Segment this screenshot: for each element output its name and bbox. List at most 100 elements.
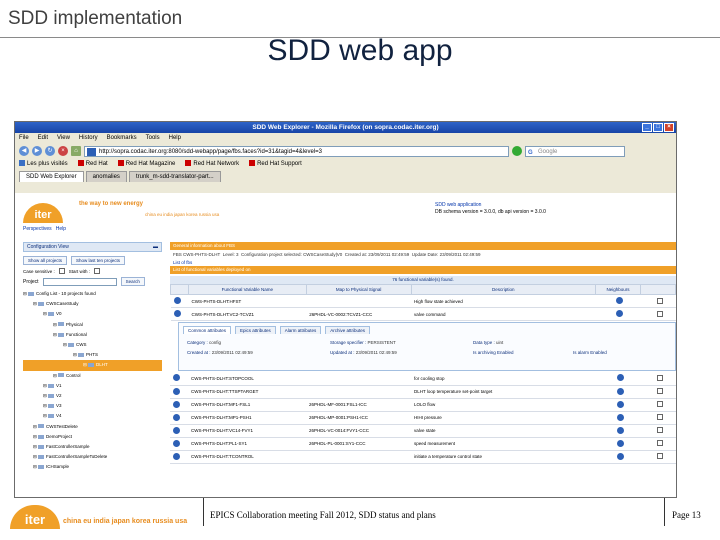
col-name[interactable]: Functional Variable Name: [187, 284, 307, 295]
expand-row-icon[interactable]: [173, 374, 180, 382]
neighbours-help-icon[interactable]: [616, 310, 624, 317]
menu-file[interactable]: File: [19, 133, 29, 143]
row-select-checkbox[interactable]: [657, 374, 663, 381]
tree-node[interactable]: ⊟ FastControllerSample: [23, 442, 162, 452]
table-row[interactable]: CWS-PHTS-DLHT:VC14-FVY1 26PHDL-VC-0014:FV…: [170, 424, 676, 438]
row-select-checkbox[interactable]: [657, 401, 663, 407]
nav-perspectives[interactable]: Perspectives: [23, 226, 52, 232]
tree-node[interactable]: ⊟ DemoProject: [23, 432, 162, 442]
tree-node[interactable]: ⊟ CWSCaseStudy: [23, 299, 162, 309]
expand-row-icon[interactable]: [173, 297, 181, 304]
bookmark-red-hat-support[interactable]: Red Hat Support: [249, 159, 302, 170]
tab-archive-attributes[interactable]: Archive attributes: [325, 326, 371, 334]
tree-node[interactable]: ⊟ CWS: [23, 340, 162, 350]
neighbours-help-icon[interactable]: [616, 452, 624, 460]
table-row[interactable]: CWS-PHTS-DLHT:TTSPTARGET DLHT loop temper…: [170, 385, 676, 399]
stop-icon[interactable]: ×: [58, 146, 68, 156]
tab-trunk[interactable]: trunk_m-sdd-translator-part...: [128, 171, 221, 182]
row-select-checkbox[interactable]: [657, 440, 663, 446]
tree-node[interactable]: ⊟ V4: [23, 411, 162, 421]
bookmark-most-visited[interactable]: Les plus visités: [19, 159, 68, 170]
neighbours-help-icon[interactable]: [616, 426, 624, 434]
forward-icon[interactable]: ▶: [32, 146, 42, 156]
search-button[interactable]: Search: [120, 277, 145, 286]
table-row[interactable]: CWS-PHTS-DLHT:MP1-PSH1 26PHDL-MP-0001:PSH…: [170, 411, 676, 425]
expand-row-icon[interactable]: [173, 400, 180, 408]
tree-node[interactable]: ⊟ PHTS: [23, 350, 162, 360]
tab-epics-attributes[interactable]: Epics attributes: [235, 326, 276, 334]
row-select-checkbox[interactable]: [657, 388, 663, 394]
tree-node[interactable]: ⊟ ICHSample: [23, 462, 162, 472]
table-row[interactable]: CWS-PHTS-DLHT:MF1-FSL1 26PHDL-MF-0001:FSL…: [170, 398, 676, 412]
close-icon[interactable]: ×: [664, 123, 674, 132]
show-last-ten-button[interactable]: Show last ten projects: [71, 256, 126, 265]
tree-node[interactable]: ⊟ FastControllerSampleToDelete: [23, 452, 162, 462]
tree-node[interactable]: ⊟ V2: [23, 391, 162, 401]
neighbours-help-icon[interactable]: [616, 374, 624, 382]
expand-row-icon[interactable]: [173, 310, 181, 317]
show-all-projects-button[interactable]: Show all projects: [23, 256, 68, 265]
table-row[interactable]: CWS-PHTS-DLHT:PL1-SY1 26PHDL-PL-0001:SY1-…: [170, 437, 676, 451]
col-select[interactable]: [640, 284, 676, 295]
menu-view[interactable]: View: [57, 133, 70, 143]
row-select-checkbox[interactable]: [656, 297, 663, 304]
bookmark-red-hat-network[interactable]: Red Hat Network: [185, 159, 239, 170]
tree-node[interactable]: ⊟ Physical: [23, 320, 162, 330]
row-select-checkbox[interactable]: [656, 310, 663, 317]
tree-node[interactable]: ⊟ Config List - 10 projects found: [23, 289, 162, 299]
table-row[interactable]: CWS-PHTS-DLHT:TCONTROL initiate a tempera…: [170, 450, 676, 464]
row-select-checkbox[interactable]: [657, 453, 663, 459]
tab-sdd-web-explorer[interactable]: SDD Web Explorer: [19, 171, 84, 182]
menu-tools[interactable]: Tools: [146, 133, 160, 143]
menu-history[interactable]: History: [79, 133, 98, 143]
tree-node[interactable]: ⊟ V1: [23, 381, 162, 391]
reload-icon[interactable]: ↻: [45, 146, 55, 156]
menu-help[interactable]: Help: [169, 133, 181, 143]
app-info-link[interactable]: SDD web application: [435, 202, 546, 209]
table-row[interactable]: CWS-PHTS-DLHT:VC2-TCVZ1 26PHDL-VC-0002:TC…: [170, 307, 676, 321]
expand-row-icon[interactable]: [173, 452, 180, 460]
tab-alarm-attributes[interactable]: Alarm attributes: [279, 326, 322, 334]
case-sensitive-checkbox[interactable]: [58, 268, 65, 274]
tree-node[interactable]: ⊟ Control: [23, 371, 162, 381]
search-input[interactable]: G Google: [525, 145, 625, 157]
tab-common-attributes[interactable]: Common attributes: [183, 326, 232, 334]
col-signal[interactable]: Map to Physical Signal: [305, 284, 412, 295]
tab-anomalies[interactable]: anomalies: [85, 171, 127, 182]
expand-row-icon[interactable]: [173, 439, 180, 447]
expand-row-icon[interactable]: [173, 426, 180, 434]
col-description[interactable]: Description: [410, 284, 597, 295]
table-row[interactable]: CWS-PHTS-DLHT:STOPCOOL for cooling stop: [170, 372, 676, 386]
neighbours-help-icon[interactable]: [616, 439, 624, 447]
tree-node[interactable]: ⊟ DLHT: [23, 360, 162, 371]
bookmark-red-hat[interactable]: Red Hat: [77, 159, 108, 170]
table-row[interactable]: CWS-PHTS-DLHT:HFST High flow state achiev…: [170, 294, 676, 308]
neighbours-help-icon[interactable]: [616, 297, 624, 304]
expand-row-icon[interactable]: [173, 387, 180, 395]
tree-node[interactable]: ⊟ CWSTestDelete: [23, 422, 162, 432]
minimize-icon[interactable]: _: [642, 123, 652, 132]
search-placeholder: Google: [538, 148, 558, 155]
collapse-icon[interactable]: ▬: [153, 243, 158, 252]
web-page: iter the way to new energy china eu indi…: [15, 193, 676, 497]
neighbours-help-icon[interactable]: [616, 413, 624, 421]
menu-bookmarks[interactable]: Bookmarks: [107, 133, 137, 143]
expand-row-icon[interactable]: [173, 413, 180, 421]
url-bar[interactable]: http://sopra.codac.iter.org:8080/sdd-web…: [84, 145, 509, 157]
go-icon[interactable]: [512, 146, 522, 156]
neighbours-help-icon[interactable]: [616, 400, 624, 408]
tree-node[interactable]: ⊟ V0: [23, 309, 162, 319]
back-icon[interactable]: ◀: [19, 146, 29, 156]
nav-help[interactable]: Help: [56, 226, 66, 232]
tree-node[interactable]: ⊟ V3: [23, 401, 162, 411]
menu-edit[interactable]: Edit: [38, 133, 48, 143]
bookmark-red-hat-magazine[interactable]: Red Hat Magazine: [117, 159, 175, 170]
maximize-icon[interactable]: □: [653, 123, 663, 132]
project-input[interactable]: [42, 277, 117, 286]
row-select-checkbox[interactable]: [657, 414, 663, 420]
neighbours-help-icon[interactable]: [616, 387, 624, 395]
row-select-checkbox[interactable]: [657, 427, 663, 433]
home-icon[interactable]: ⌂: [71, 146, 81, 156]
start-with-checkbox[interactable]: [94, 268, 101, 274]
tree-node[interactable]: ⊟ Functional: [23, 330, 162, 340]
